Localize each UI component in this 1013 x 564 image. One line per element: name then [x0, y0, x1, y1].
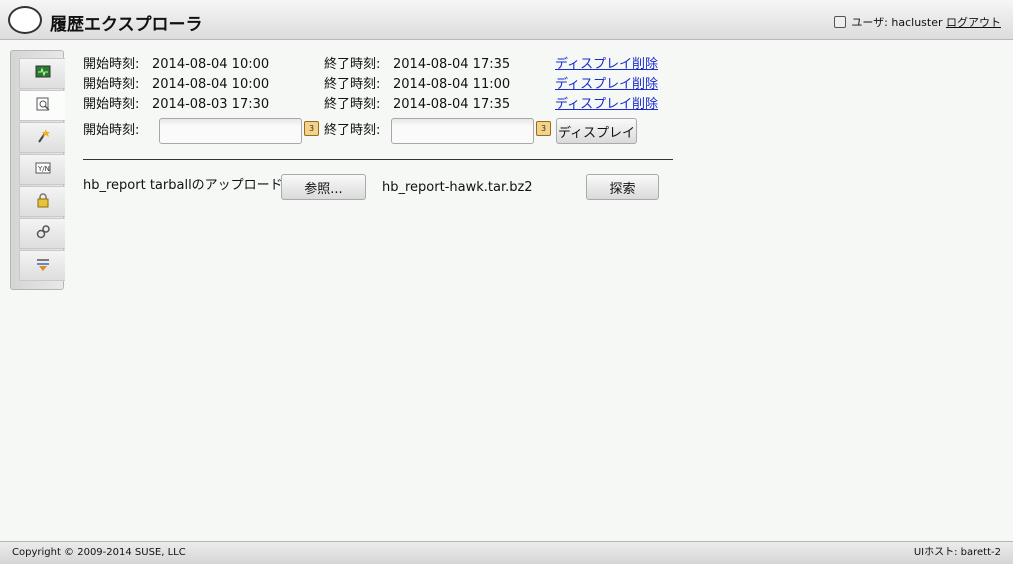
wizard-wand-icon: [35, 128, 51, 148]
hawk-logo-icon: [8, 6, 42, 34]
delete-link[interactable]: 削除: [632, 76, 658, 94]
list-item: 開始時刻: 2014-08-04 10:00 終了時刻: 2014-08-04 …: [83, 56, 683, 74]
calendar-icon[interactable]: 3: [536, 121, 551, 136]
simulator-icon: [35, 256, 51, 276]
sidebar-item-simulator[interactable]: [19, 250, 65, 281]
sidebar-item-access[interactable]: [19, 186, 65, 217]
end-label: 終了時刻:: [324, 77, 381, 92]
logout-link[interactable]: ログアウト: [946, 16, 1001, 29]
delete-link[interactable]: 削除: [632, 96, 658, 114]
copyright-text: Copyright © 2009-2014 SUSE, LLC: [12, 547, 186, 558]
ui-host-text: UIホスト: barett-2: [913, 547, 1001, 558]
monitor-icon: [35, 65, 51, 83]
start-label: 開始時刻:: [83, 97, 140, 112]
form-end-label: 終了時刻:: [324, 123, 381, 138]
app-header: 履歴エクスプローラ ユーザ: hacluster ログアウト: [0, 0, 1013, 40]
delete-link[interactable]: 削除: [632, 56, 658, 74]
display-link[interactable]: ディスプレイ: [555, 96, 632, 114]
upload-label: hb_report tarballのアップロード: [83, 178, 283, 193]
start-label: 開始時刻:: [83, 57, 140, 72]
start-time: 2014-08-04 10:00: [152, 57, 270, 72]
user-area: ユーザ: hacluster ログアウト: [833, 14, 1001, 30]
end-time-input[interactable]: [391, 118, 534, 144]
sidebar-item-history[interactable]: [19, 90, 65, 121]
sidebar-item-tags[interactable]: Y/N: [19, 154, 65, 185]
page-title: 履歴エクスプローラ: [50, 15, 203, 35]
app-footer: Copyright © 2009-2014 SUSE, LLC UIホスト: b…: [0, 541, 1013, 564]
end-label: 終了時刻:: [324, 97, 381, 112]
end-time: 2014-08-04 17:35: [393, 57, 511, 72]
display-button[interactable]: ディスプレイ: [556, 118, 637, 144]
divider: [83, 159, 673, 160]
browse-button[interactable]: 参照...: [281, 174, 366, 200]
start-time-input[interactable]: [159, 118, 302, 144]
start-time: 2014-08-03 17:30: [152, 97, 270, 112]
tags-icon: Y/N: [35, 161, 51, 179]
sidebar-item-status[interactable]: [19, 58, 65, 89]
selected-filename: hb_report-hawk.tar.bz2: [382, 180, 533, 195]
user-label: ユーザ: hacluster: [851, 16, 943, 29]
user-icon: [833, 16, 846, 28]
display-link[interactable]: ディスプレイ: [555, 56, 632, 74]
sidebar-nav: Y/N: [10, 50, 65, 290]
display-link[interactable]: ディスプレイ: [555, 76, 632, 94]
end-time: 2014-08-04 11:00: [393, 77, 511, 92]
end-label: 終了時刻:: [324, 57, 381, 72]
start-label: 開始時刻:: [83, 77, 140, 92]
calendar-icon[interactable]: 3: [304, 121, 319, 136]
explore-button[interactable]: 探索: [586, 174, 659, 200]
history-explorer-icon: [35, 96, 51, 116]
lock-icon: [35, 192, 51, 212]
gears-icon: [35, 224, 51, 244]
form-start-label: 開始時刻:: [83, 123, 140, 138]
start-time: 2014-08-04 10:00: [152, 77, 270, 92]
end-time: 2014-08-04 17:35: [393, 97, 511, 112]
sidebar-item-wizard[interactable]: [19, 122, 65, 153]
svg-text:Y/N: Y/N: [37, 165, 50, 173]
sidebar-item-config[interactable]: [19, 218, 65, 249]
list-item: 開始時刻: 2014-08-03 17:30 終了時刻: 2014-08-04 …: [83, 96, 683, 114]
list-item: 開始時刻: 2014-08-04 10:00 終了時刻: 2014-08-04 …: [83, 76, 683, 94]
